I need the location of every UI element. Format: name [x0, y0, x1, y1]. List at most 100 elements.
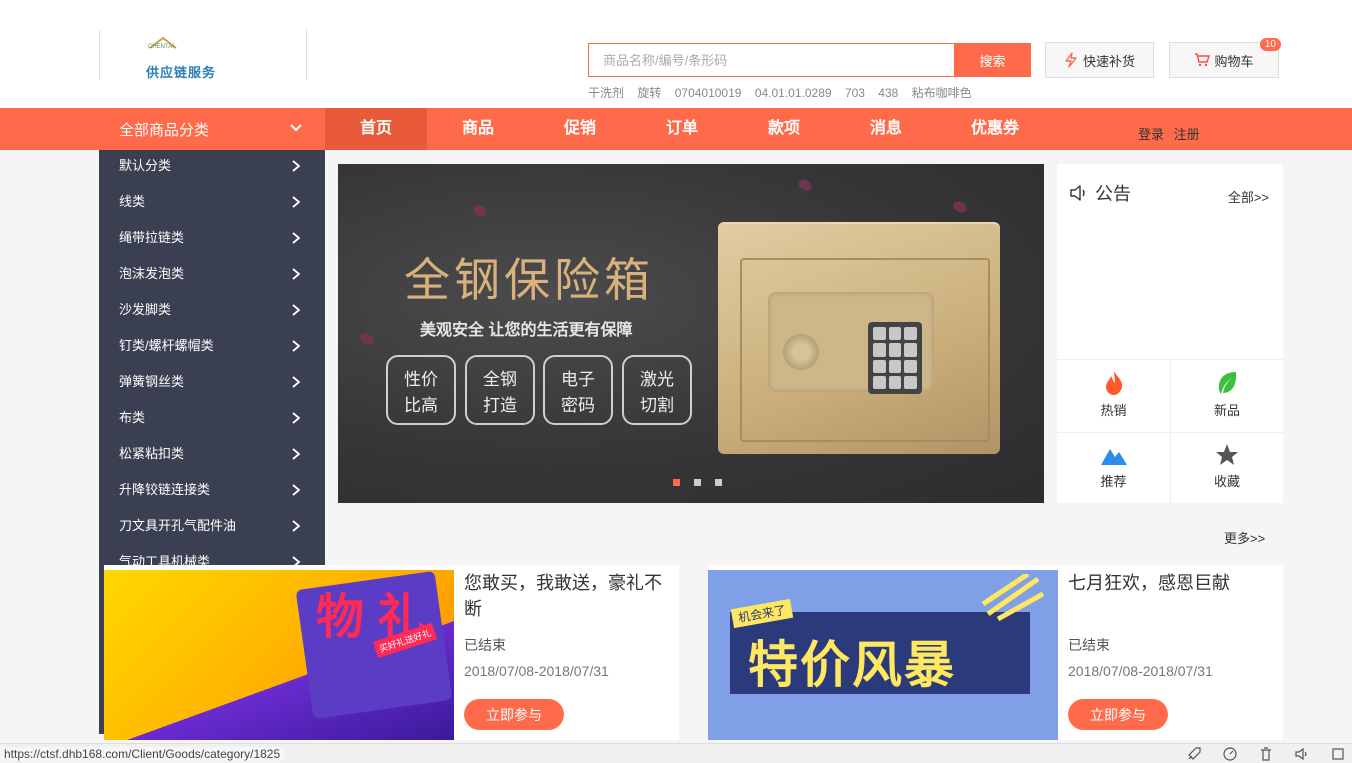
hot-word-link[interactable]: 04.01.01.0289: [755, 86, 832, 100]
notice-panel: 公告 全部>> 热销 新品 推荐 收藏: [1057, 164, 1283, 504]
hot-word-link[interactable]: 旋转: [637, 86, 661, 100]
banner-feature-badge: 电子 密码: [543, 355, 613, 425]
promotion-status: 已结束: [464, 637, 506, 653]
category-item-label: 默认分类: [119, 158, 172, 173]
promotion-title[interactable]: 您敢买，我敢送，豪礼不断: [464, 570, 674, 622]
main-navbar: 全部商品分类 首页 商品 促销 订单 款项 消息 优惠券 登录 注册: [0, 108, 1352, 150]
category-item[interactable]: 弹簧钢丝类: [99, 366, 325, 402]
logo-mark-text: CHENTAI: [148, 44, 174, 50]
login-link[interactable]: 登录: [1138, 127, 1164, 142]
category-item-label: 升降铰链连接类: [119, 482, 211, 497]
safe-keypad: [868, 322, 922, 394]
window-icon[interactable]: [1330, 746, 1346, 762]
search-bar: 搜索: [588, 43, 1031, 77]
volume-icon[interactable]: [1294, 746, 1310, 762]
promotion-title[interactable]: 七月狂欢，感恩巨献: [1068, 570, 1278, 596]
leaf-icon: [1218, 372, 1237, 394]
search-input[interactable]: [588, 43, 955, 77]
category-item[interactable]: 线类: [99, 186, 325, 222]
category-item[interactable]: 绳带拉链类: [99, 222, 325, 258]
category-item[interactable]: 刀文具开孔气配件油: [99, 510, 325, 546]
badge-line: 切割: [640, 396, 674, 415]
quick-link-new[interactable]: 新品: [1170, 360, 1283, 432]
hot-word-link[interactable]: 703: [845, 86, 865, 100]
petal-decoration: [358, 331, 376, 347]
badge-line: 性价: [404, 370, 438, 389]
cart-icon: [1195, 53, 1211, 67]
quick-link-label: 收藏: [1213, 474, 1240, 489]
promotion-image[interactable]: 物 礼 买好礼送好礼: [104, 570, 454, 740]
status-icons: [1186, 746, 1346, 762]
nav-home[interactable]: 首页: [325, 108, 427, 150]
category-item[interactable]: 钉类/螺杆螺帽类: [99, 330, 325, 366]
hot-word-link[interactable]: 干洗剂: [588, 86, 624, 100]
category-item[interactable]: 泡沫发泡类: [99, 258, 325, 294]
search-button[interactable]: 搜索: [954, 43, 1031, 77]
category-item[interactable]: 松紧粘扣类: [99, 438, 325, 474]
chevron-right-icon: [292, 160, 301, 172]
hero-banner[interactable]: 全钢保险箱 美观安全 让您的生活更有保障 性价 比高 全钢 打造 电子 密码 激光 切割: [338, 164, 1044, 503]
quick-link-favorite[interactable]: 收藏: [1170, 432, 1283, 504]
chevron-right-icon: [292, 448, 301, 460]
badge-line: 电子: [561, 370, 595, 389]
trash-icon[interactable]: [1258, 746, 1274, 762]
speed-icon[interactable]: [1222, 746, 1238, 762]
rocket-icon[interactable]: [1186, 746, 1202, 762]
promotion-date: 2018/07/08-2018/07/31: [464, 663, 609, 679]
category-item[interactable]: 默认分类: [99, 150, 325, 186]
cart-label: 购物车: [1214, 53, 1254, 69]
carousel-dot[interactable]: [694, 479, 701, 486]
carousel-dot[interactable]: [673, 479, 680, 486]
chevron-right-icon: [292, 484, 301, 496]
auth-links: 登录 注册: [1138, 124, 1206, 143]
logo[interactable]: CHENTAI 供应链服务: [99, 30, 307, 80]
chevron-right-icon: [292, 268, 301, 280]
safe-knob: [783, 334, 819, 370]
category-item[interactable]: 布类: [99, 402, 325, 438]
quick-link-recommend[interactable]: 推荐: [1057, 432, 1170, 504]
badge-line: 全钢: [483, 370, 517, 389]
hot-word-link[interactable]: 438: [878, 86, 898, 100]
quick-link-label: 推荐: [1100, 474, 1127, 489]
quick-restock-button[interactable]: 快速补货: [1045, 42, 1154, 78]
nav-promotions[interactable]: 促销: [529, 108, 631, 150]
petal-decoration: [796, 177, 814, 193]
join-promotion-button[interactable]: 立即参与: [1068, 699, 1168, 730]
speaker-icon: [1070, 185, 1085, 201]
promotion-card: 物 礼 买好礼送好礼 您敢买，我敢送，豪礼不断 已结束 2018/07/08-2…: [104, 565, 679, 740]
register-link[interactable]: 注册: [1174, 127, 1200, 142]
site-header: CHENTAI 供应链服务 搜索 干洗剂 旋转 0704010019 04.01…: [0, 0, 1352, 108]
hot-words: 干洗剂 旋转 0704010019 04.01.01.0289 703 438 …: [588, 84, 982, 101]
category-item[interactable]: 升降铰链连接类: [99, 474, 325, 510]
nav-orders[interactable]: 订单: [631, 108, 733, 150]
banner-feature-badge: 性价 比高: [386, 355, 456, 425]
burst-icon: [981, 574, 1045, 622]
hot-word-link[interactable]: 0704010019: [675, 86, 742, 100]
badge-line: 打造: [483, 396, 517, 415]
cart-button[interactable]: 购物车 10: [1169, 38, 1281, 78]
category-toggle[interactable]: 全部商品分类: [99, 108, 325, 150]
banner-feature-badge: 全钢 打造: [465, 355, 535, 425]
quick-restock-label: 快速补货: [1082, 53, 1135, 69]
join-promotion-button[interactable]: 立即参与: [464, 699, 564, 730]
category-item-label: 绳带拉链类: [119, 230, 185, 245]
nav-messages[interactable]: 消息: [835, 108, 937, 150]
quick-links-grid: 热销 新品 推荐 收藏: [1057, 359, 1283, 504]
cart-count-badge: 10: [1259, 38, 1281, 51]
promotions-more-link[interactable]: 更多>>: [1224, 528, 1265, 547]
category-item-label: 松紧粘扣类: [119, 446, 185, 461]
chevron-right-icon: [292, 304, 301, 316]
nav-payments[interactable]: 款项: [733, 108, 835, 150]
category-item[interactable]: 沙发脚类: [99, 294, 325, 330]
quick-link-label: 热销: [1100, 403, 1127, 418]
nav-coupons[interactable]: 优惠券: [944, 108, 1046, 150]
category-item-label: 沙发脚类: [119, 302, 172, 317]
promotion-card: 特价风暴 机会来了 七月狂欢，感恩巨献 已结束 2018/07/08-2018/…: [708, 565, 1283, 740]
hot-word-link[interactable]: 粘布咖啡色: [912, 86, 972, 100]
carousel-dot[interactable]: [715, 479, 722, 486]
chevron-right-icon: [292, 196, 301, 208]
notice-all-link[interactable]: 全部>>: [1228, 187, 1269, 206]
quick-link-hot[interactable]: 热销: [1057, 360, 1170, 432]
nav-goods[interactable]: 商品: [427, 108, 529, 150]
promotion-image[interactable]: 特价风暴 机会来了: [708, 570, 1058, 740]
